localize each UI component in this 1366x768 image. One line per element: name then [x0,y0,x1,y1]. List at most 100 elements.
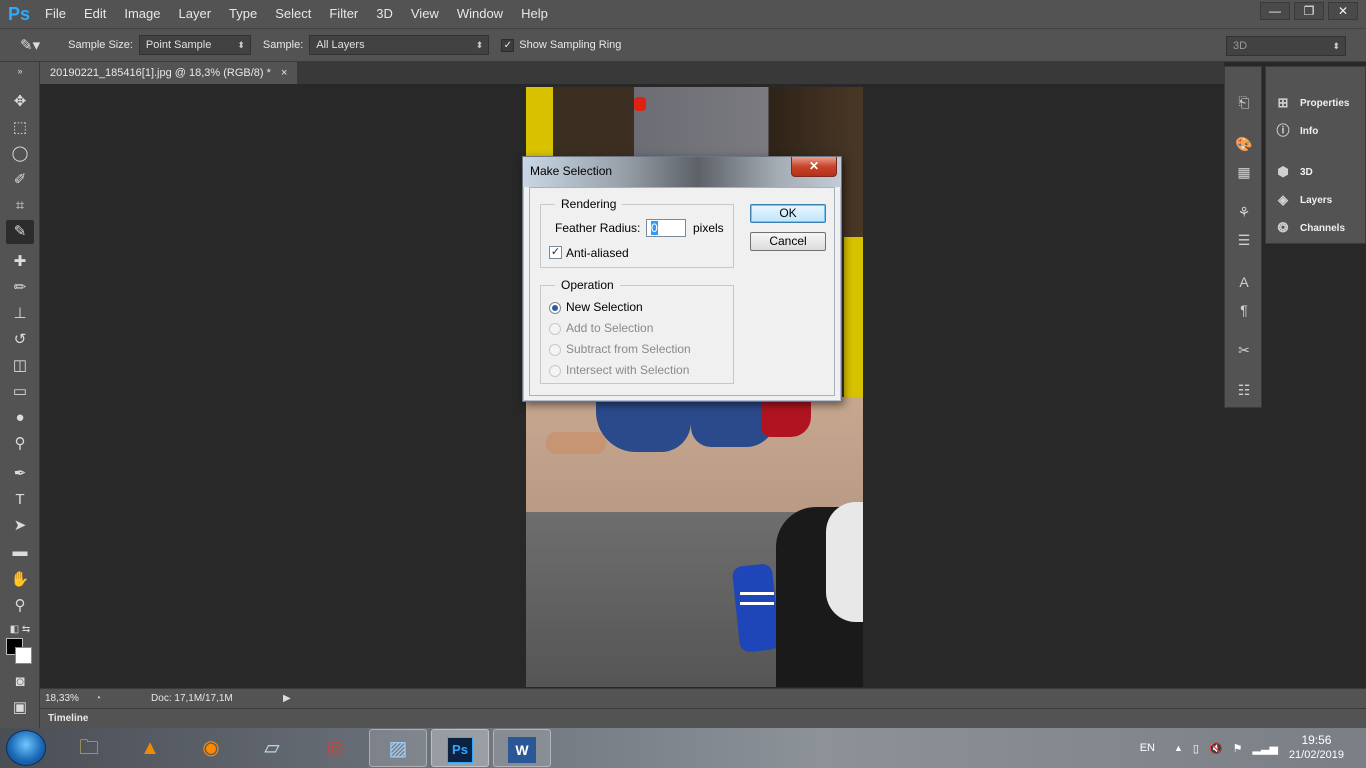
volume-muted-icon[interactable]: 🔇 [1209,742,1223,755]
tab-close-icon[interactable]: × [281,62,287,84]
hand-tool-icon[interactable]: ✋ [6,568,34,592]
menu-view[interactable]: View [402,0,448,28]
type-tool-icon[interactable]: T [6,488,34,512]
brush-presets-icon[interactable]: ⚘ [1232,201,1256,223]
zoom-tool-icon[interactable]: ⚲ [6,594,34,618]
eyedropper-tool-preset-icon[interactable]: ✎▾ [20,36,40,54]
new-selection-radio[interactable] [549,302,561,314]
status-menu-arrow-icon[interactable]: ▶ [283,693,291,704]
network-signal-icon[interactable]: ▂▃▅ [1253,742,1278,755]
collapse-toolbox-icon[interactable]: » [6,66,34,76]
feather-radius-label: Feather Radius: [555,221,641,235]
clock[interactable]: 19:56 21/02/2019 [1289,733,1344,763]
menu-filter[interactable]: Filter [320,0,367,28]
restore-button[interactable]: ❐ [1294,2,1324,20]
action-center-flag-icon[interactable]: ⚑ [1233,742,1243,755]
rectangle-tool-icon[interactable]: ▬ [6,540,34,564]
close-button[interactable]: ✕ [1328,2,1358,20]
add-to-selection-label: Add to Selection [566,321,654,335]
add-to-selection-radio [549,323,561,335]
crop-tool-icon[interactable]: ⌗ [6,194,34,218]
show-sampling-ring-checkbox[interactable]: ✓ [501,38,515,52]
show-sampling-ring-label: Show Sampling Ring [519,39,622,51]
paragraph-icon[interactable]: ¶ [1232,299,1256,321]
panel-item-properties[interactable]: ⊞ Properties [1274,94,1350,112]
battery-icon[interactable]: ▯ [1193,742,1199,755]
eraser-tool-icon[interactable]: ◫ [6,354,34,378]
adjustments-icon[interactable]: ☰ [1232,229,1256,251]
menu-help[interactable]: Help [512,0,557,28]
document-tab[interactable]: 20190221_185416[1].jpg @ 18,3% (RGB/8) *… [40,62,298,84]
quick-mask-icon[interactable]: ◙ [6,670,34,694]
blur-tool-icon[interactable]: ● [6,406,34,430]
language-indicator[interactable]: EN [1140,742,1155,754]
menu-window[interactable]: Window [448,0,512,28]
start-button[interactable] [6,730,46,766]
menu-image[interactable]: Image [115,0,169,28]
photo-red-light [634,97,646,111]
photo-viewer-icon[interactable]: ▨ [369,729,427,767]
lasso-tool-icon[interactable]: ◯ [6,142,34,166]
dialog-close-button[interactable]: ✕ [791,157,837,177]
cancel-button[interactable]: Cancel [750,232,826,251]
firefox-icon[interactable]: ◉ [182,729,240,767]
clock-date: 21/02/2019 [1288,749,1344,761]
select-arrows-icon: ⬍ [1332,41,1340,51]
toolbox: » ✥ ⬚ ◯ ✐ ⌗ ✎ ✚ ✏ ⊥ ↺ ◫ ▭ ● ⚲ ✒ T ➤ ▬ ✋ … [0,62,40,730]
panel-item-info[interactable]: ⓘ Info [1274,122,1318,140]
tool-presets-icon[interactable]: ✂ [1232,339,1256,361]
move-tool-icon[interactable]: ✥ [6,90,34,114]
screen-mode-icon[interactable]: ▣ [6,696,34,720]
vlc-icon[interactable]: ▲ [121,729,179,767]
dialog-titlebar[interactable]: Make Selection ✕ [523,157,841,187]
layer-comps-icon[interactable]: ☷ [1232,379,1256,401]
gradient-tool-icon[interactable]: ▭ [6,380,34,404]
panel-item-channels[interactable]: ❂ Channels [1274,219,1345,237]
panel-item-layers[interactable]: ◈ Layers [1274,191,1332,209]
ok-button[interactable]: OK [750,204,826,223]
menu-bar: Ps File Edit Image Layer Type Select Fil… [0,0,1366,28]
info-icon: ⓘ [1276,123,1290,138]
menu-file[interactable]: File [36,0,75,28]
dodge-tool-icon[interactable]: ⚲ [6,432,34,456]
anti-aliased-checkbox[interactable]: ✓ [549,246,562,259]
menu-select[interactable]: Select [266,0,320,28]
menu-layer[interactable]: Layer [170,0,221,28]
sample-select[interactable]: All Layers ⬍ [309,35,490,55]
pen-tool-icon[interactable]: ✒ [6,462,34,486]
menu-3d[interactable]: 3D [367,0,402,28]
clone-stamp-tool-icon[interactable]: ⊥ [6,302,34,326]
status-info-icon[interactable]: ◔ [95,693,101,704]
quick-selection-tool-icon[interactable]: ✐ [6,168,34,192]
sample-size-select[interactable]: Point Sample ⬍ [138,35,251,55]
path-selection-tool-icon[interactable]: ➤ [6,514,34,538]
subtract-from-selection-radio [549,344,561,356]
healing-brush-tool-icon[interactable]: ✚ [6,250,34,274]
panel-item-3d[interactable]: ⬢ 3D [1274,163,1312,181]
window-controls: — ❐ ✕ [1260,2,1358,20]
menu-edit[interactable]: Edit [75,0,115,28]
eyedropper-tool-icon[interactable]: ✎ [6,220,34,244]
show-hidden-icons-icon[interactable]: ▲ [1174,743,1183,753]
history-brush-tool-icon[interactable]: ↺ [6,328,34,352]
marquee-tool-icon[interactable]: ⬚ [6,116,34,140]
menu-type[interactable]: Type [220,0,266,28]
notepad-icon[interactable]: ▱ [243,729,301,767]
word-taskbar-button[interactable]: W [493,729,551,767]
character-icon[interactable]: A [1232,271,1256,293]
zoom-level[interactable]: 18,33% [45,693,95,704]
history-icon[interactable]: ⎗ [1232,91,1256,113]
minimize-button[interactable]: — [1260,2,1290,20]
photoshop-taskbar-button[interactable]: Ps [431,729,489,767]
timeline-panel-tab[interactable]: Timeline [40,708,1366,730]
chrome-icon[interactable]: ◎ [306,729,364,767]
color-icon[interactable]: 🎨 [1232,133,1256,155]
background-color-swatch[interactable] [15,647,32,664]
file-explorer-icon[interactable]: 🗀 [60,729,118,767]
swatches-icon[interactable]: ▦ [1232,161,1256,183]
workspace-select[interactable]: 3D ⬍ [1226,36,1346,56]
new-selection-label: New Selection [566,300,643,314]
brush-tool-icon[interactable]: ✏ [6,276,34,300]
cube-icon: ⬢ [1277,164,1289,179]
feather-radius-input[interactable]: 0 [646,219,686,237]
